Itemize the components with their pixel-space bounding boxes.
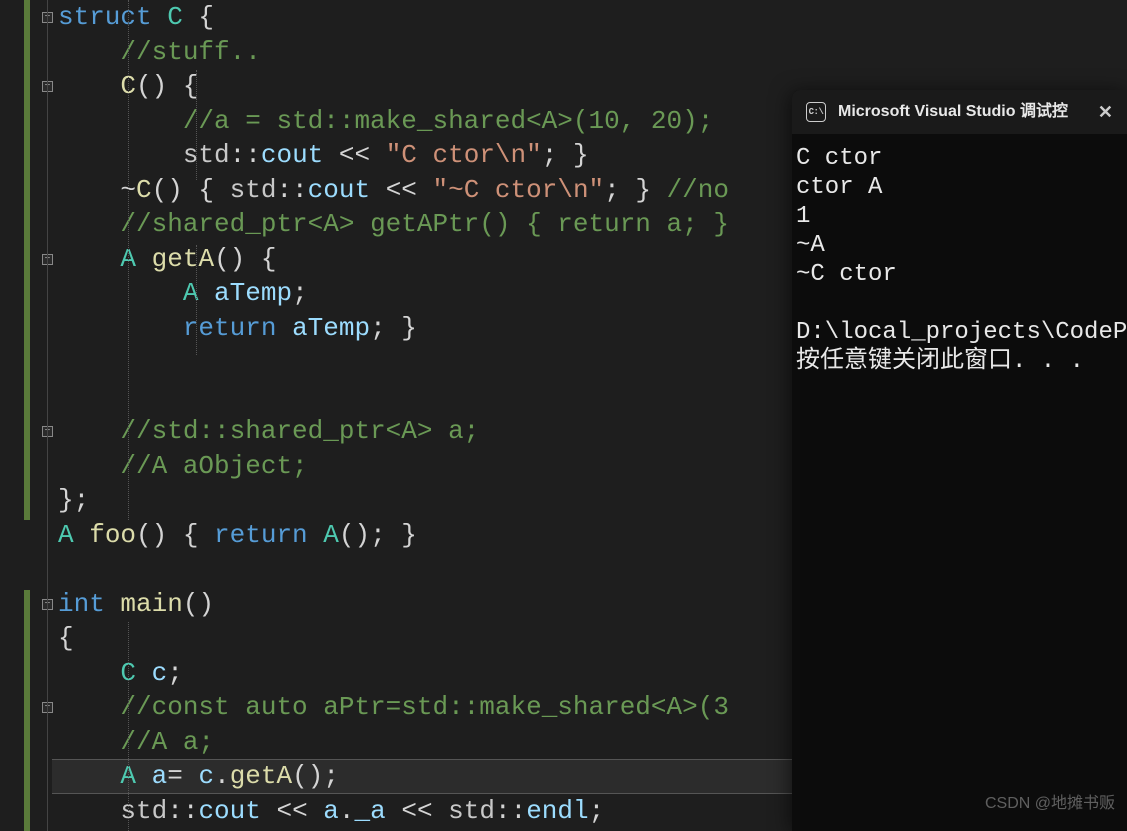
- indent-guide: [196, 70, 197, 180]
- code-line[interactable]: return aTemp; }: [58, 311, 729, 346]
- code-line[interactable]: std::cout << a._a << std::endl;: [58, 794, 729, 829]
- code-line[interactable]: //A aObject;: [58, 449, 729, 484]
- code-line[interactable]: C() {: [58, 69, 729, 104]
- code-line[interactable]: //shared_ptr<A> getAPtr() { return a; }: [58, 207, 729, 242]
- editor-gutter: [0, 0, 40, 831]
- code-line[interactable]: struct C {: [58, 0, 729, 35]
- code-line[interactable]: int main(): [58, 587, 729, 622]
- code-line[interactable]: //std::shared_ptr<A> a;: [58, 414, 729, 449]
- console-output: C ctor ctor A 1 ~A ~C ctor D:\local_proj…: [792, 134, 1127, 386]
- code-line[interactable]: A getA() {: [58, 242, 729, 277]
- code-line[interactable]: A aTemp;: [58, 276, 729, 311]
- code-line[interactable]: [58, 552, 729, 587]
- code-line[interactable]: //a = std::make_shared<A>(10, 20);: [58, 104, 729, 139]
- change-marker: [24, 590, 30, 831]
- code-line[interactable]: };: [58, 483, 729, 518]
- code-line[interactable]: [58, 345, 729, 380]
- code-text-area[interactable]: struct C { //stuff.. C() { //a = std::ma…: [58, 0, 729, 828]
- indent-guide: [128, 0, 129, 520]
- code-line[interactable]: //stuff..: [58, 35, 729, 70]
- code-line[interactable]: //A a;: [58, 725, 729, 760]
- code-line[interactable]: [58, 380, 729, 415]
- console-titlebar[interactable]: C:\ Microsoft Visual Studio 调试控 ✕: [792, 90, 1127, 134]
- debug-console-window[interactable]: C:\ Microsoft Visual Studio 调试控 ✕ C ctor…: [792, 90, 1127, 831]
- code-line[interactable]: //const auto aPtr=std::make_shared<A>(3: [58, 690, 729, 725]
- indent-guide: [196, 245, 197, 355]
- code-line[interactable]: C c;: [58, 656, 729, 691]
- code-line[interactable]: A foo() { return A(); }: [58, 518, 729, 553]
- close-icon[interactable]: ✕: [1098, 95, 1113, 130]
- code-line[interactable]: ~C() { std::cout << "~C ctor\n"; } //no: [58, 173, 729, 208]
- console-title: Microsoft Visual Studio 调试控: [838, 95, 1068, 130]
- change-marker: [24, 0, 30, 520]
- indent-guide: [128, 622, 129, 831]
- code-line[interactable]: {: [58, 621, 729, 656]
- watermark-text: CSDN @地摊书贩: [985, 787, 1115, 822]
- code-line[interactable]: A a= c.getA();: [58, 759, 729, 794]
- console-icon: C:\: [806, 102, 826, 122]
- code-line[interactable]: std::cout << "C ctor\n"; }: [58, 138, 729, 173]
- fold-guide-line: [47, 0, 48, 831]
